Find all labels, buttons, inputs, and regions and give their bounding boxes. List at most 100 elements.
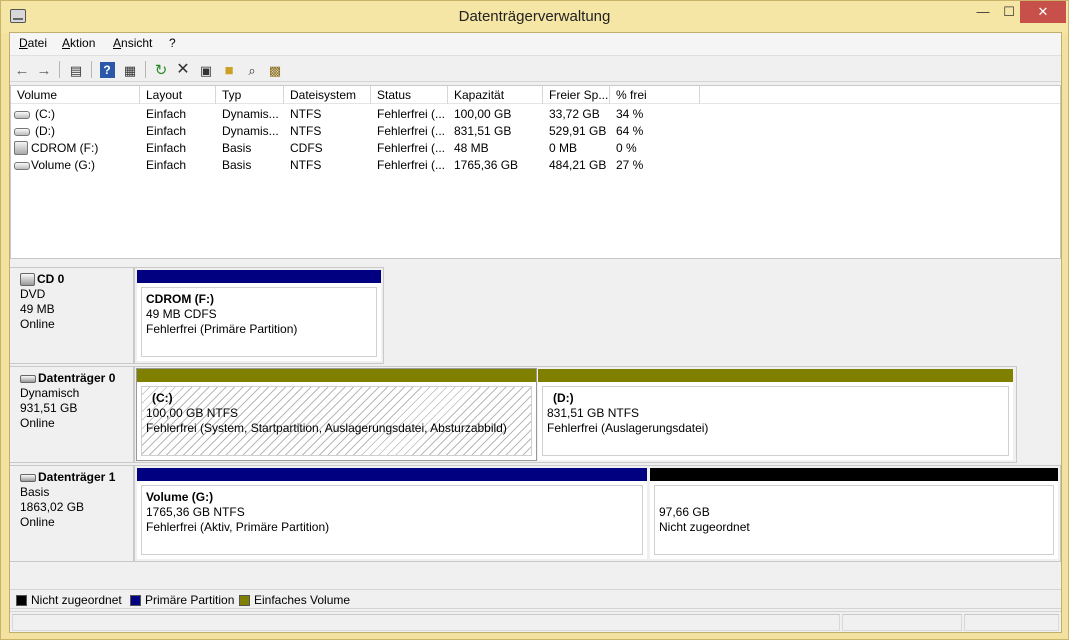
menu-datei[interactable]: Datei [19,36,47,50]
cell-layout: Einfach [146,141,187,155]
table-row[interactable]: Volume (G:) Einfach Basis NTFS Fehlerfre… [11,157,711,174]
status-pane [12,614,840,631]
disk-name-row: CD 0 [20,272,133,287]
legend-label: Primäre Partition [145,593,235,607]
partition-title: CDROM (F:) [146,292,214,306]
status-pane [842,614,962,631]
disk-name-row: Datenträger 0 [20,371,133,386]
disk-size: 49 MB [20,302,55,316]
client-area: Datei Aktion Ansicht ? ← → ▤ ? ▦ ↻ ✕ ▣ ■… [9,32,1062,633]
cell-layout: Einfach [146,124,187,138]
partition-unallocated[interactable]: 97,66 GB Nicht zugeordnet [650,468,1058,559]
column-header-status[interactable]: Status [371,86,448,104]
search-icon[interactable]: ⌕ [242,60,262,80]
cell-kapazitaet: 100,00 GB [454,107,512,121]
volume-list[interactable]: Volume Layout Typ Dateisystem Status Kap… [10,85,1061,259]
properties-view-icon[interactable]: ▦ [120,60,140,80]
table-row[interactable]: (C:) Einfach Dynamis... NTFS Fehlerfrei … [11,106,711,123]
cell-typ: Basis [222,158,252,172]
toolbar: ← → ▤ ? ▦ ↻ ✕ ▣ ■ ⌕ ▩ [10,55,1061,82]
column-header-layout[interactable]: Layout [140,86,216,104]
partition-cdrom-f[interactable]: CDROM (F:) 49 MB CDFS Fehlerfrei (Primär… [137,270,381,361]
partition-title: (D:) [553,391,574,405]
column-header-prozent-frei[interactable]: % frei [610,86,700,104]
partition-d[interactable]: (D:) 831,51 GB NTFS Fehlerfrei (Auslager… [538,369,1013,460]
menu-help[interactable]: ? [169,36,176,50]
legend-label: Nicht zugeordnet [31,593,122,607]
disk-partitions-cd0: CDROM (F:) 49 MB CDFS Fehlerfrei (Primär… [134,267,384,364]
disk-name: Datenträger 0 [38,371,116,385]
cell-dateisystem: CDFS [290,141,323,155]
delete-icon[interactable]: ✕ [173,60,193,80]
refresh-icon[interactable]: ↻ [151,60,171,80]
legend-label: Einfaches Volume [254,593,351,607]
disk-state: Online [20,416,55,430]
cell-status: Fehlerfrei (... [377,158,446,172]
volume-list-header: Volume Layout Typ Dateisystem Status Kap… [11,86,1060,104]
partition-status: Fehlerfrei (Aktiv, Primäre Partition) [146,520,330,534]
legend-swatch [239,594,250,606]
legend: Nicht zugeordnet Primäre Partition Einfa… [10,589,1061,609]
cell-layout: Einfach [146,107,187,121]
column-header-kapazitaet[interactable]: Kapazität [448,86,543,104]
disk-name: CD 0 [37,272,65,286]
cell-layout: Einfach [146,158,187,172]
partition-details: CDROM (F:) 49 MB CDFS Fehlerfrei (Primär… [141,287,377,357]
minimize-button[interactable]: — [970,1,996,23]
partition-c[interactable]: (C:) 100,00 GB NTFS Fehlerfrei (System, … [136,368,537,461]
partition-details: 97,66 GB Nicht zugeordnet [654,485,1054,555]
help-icon[interactable]: ? [97,60,117,80]
partition-details: (D:) 831,51 GB NTFS Fehlerfrei (Auslager… [542,386,1009,456]
table-row[interactable]: CDROM (F:) Einfach Basis CDFS Fehlerfrei… [11,140,711,157]
toolbar-separator [59,61,60,78]
cell-kapazitaet: 48 MB [454,141,489,155]
disk-partitions-disk0: (C:) 100,00 GB NTFS Fehlerfrei (System, … [134,366,1017,463]
menu-aktion[interactable]: Aktion [62,36,95,50]
console-tree-icon[interactable]: ▤ [66,60,86,80]
status-pane [964,614,1059,631]
forward-arrow-icon[interactable]: → [34,60,54,80]
partition-size-fs: 49 MB CDFS [146,307,217,321]
cell-dateisystem: NTFS [290,158,322,172]
partition-header-bar [137,468,647,481]
table-row[interactable]: (D:) Einfach Dynamis... NTFS Fehlerfrei … [11,123,711,140]
drive-icon [20,473,36,482]
cell-freier-speicher: 484,21 GB [549,158,607,172]
disk-name: Datenträger 1 [38,470,116,484]
partition-g[interactable]: Volume (G:) 1765,36 GB NTFS Fehlerfrei (… [137,468,647,559]
back-arrow-icon[interactable]: ← [12,60,32,80]
drive-icon [14,111,30,119]
disk-type: DVD [20,287,46,301]
disk-label-disk0[interactable]: Datenträger 0 Dynamisch 931,51 GB Online [10,366,134,463]
partition-size-fs: 100,00 GB NTFS [146,406,239,420]
close-button[interactable]: ✕ [1020,1,1066,23]
disk-label-cd0[interactable]: CD 0 DVD 49 MB Online [10,267,134,364]
toolbar-separator [91,61,92,78]
column-header-freier-speicher[interactable]: Freier Sp... [543,86,610,104]
cell-status: Fehlerfrei (... [377,141,446,155]
cell-freier-speicher: 0 MB [549,141,578,155]
app-window: Datenträgerverwaltung — ☐ ✕ Datei Aktion… [0,0,1069,640]
cell-volume: (C:) [35,107,55,121]
legend-swatch [16,594,27,606]
cell-kapazitaet: 1765,36 GB [454,158,519,172]
column-header-volume[interactable]: Volume [11,86,140,104]
menu-ansicht[interactable]: Ansicht [113,36,152,50]
partition-details: (C:) 100,00 GB NTFS Fehlerfrei (System, … [141,386,532,456]
cdrom-icon [20,273,35,286]
column-header-dateisystem[interactable]: Dateisystem [284,86,371,104]
partition-size-fs: 831,51 GB NTFS [547,406,640,420]
title-bar[interactable]: Datenträgerverwaltung — ☐ ✕ [1,1,1068,33]
export-icon[interactable]: ▩ [265,60,285,80]
partition-title: (C:) [152,391,173,405]
open-icon[interactable]: ■ [219,60,239,80]
properties-icon[interactable]: ▣ [196,60,216,80]
partition-title: Volume (G:) [146,490,214,504]
disk-graphical-view: CD 0 DVD 49 MB Online CDROM (F:) 49 MB C… [10,261,1061,585]
maximize-button[interactable]: ☐ [996,1,1022,23]
column-header-typ[interactable]: Typ [216,86,284,104]
cell-typ: Basis [222,141,252,155]
cell-prozent-frei: 0 % [616,141,637,155]
cell-status: Fehlerfrei (... [377,124,446,138]
disk-label-disk1[interactable]: Datenträger 1 Basis 1863,02 GB Online [10,465,134,562]
